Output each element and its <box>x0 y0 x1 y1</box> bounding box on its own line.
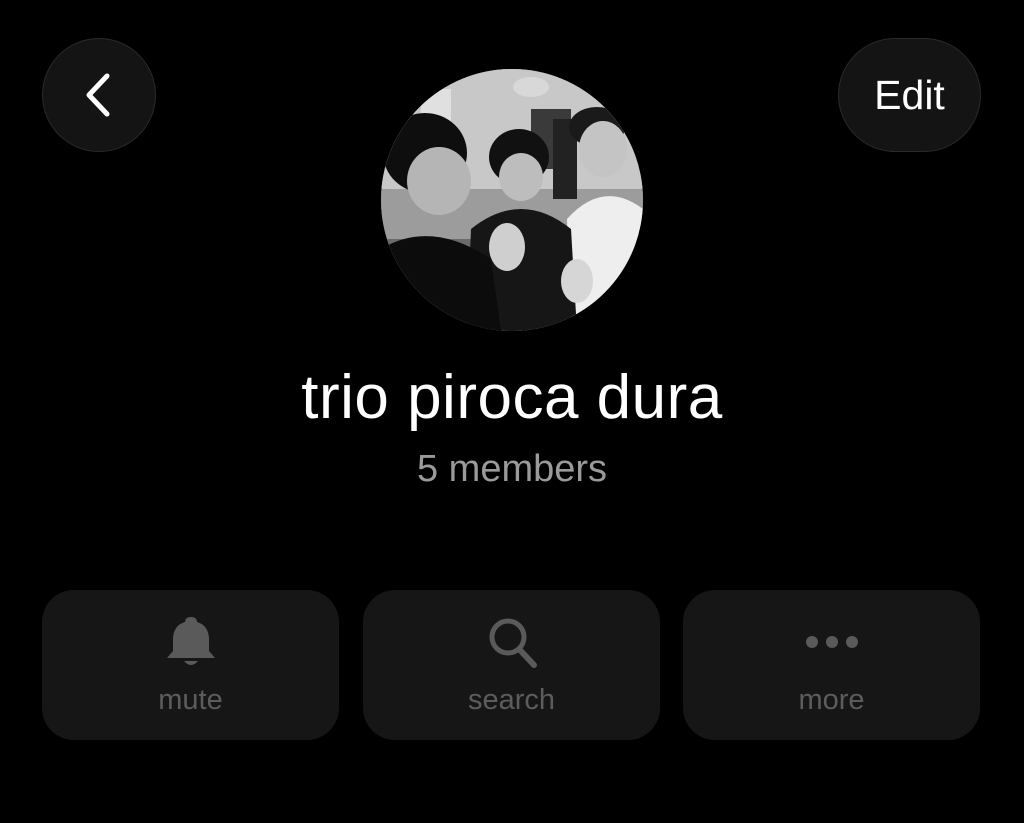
group-title: trio piroca dura <box>301 363 723 432</box>
edit-button[interactable]: Edit <box>838 38 981 152</box>
back-button[interactable] <box>42 38 156 152</box>
mute-label: mute <box>158 684 223 716</box>
mute-button[interactable]: mute <box>42 590 339 740</box>
search-button[interactable]: search <box>363 590 660 740</box>
member-count[interactable]: 5 members <box>0 448 1024 491</box>
chevron-left-icon <box>86 73 110 117</box>
more-label: more <box>798 684 865 716</box>
more-dots-icon <box>805 636 858 648</box>
group-photo <box>381 69 643 331</box>
more-button[interactable]: more <box>683 590 980 740</box>
bell-icon <box>166 617 215 665</box>
search-label: search <box>467 684 556 716</box>
group-avatar[interactable] <box>381 69 643 331</box>
search-icon <box>489 618 537 668</box>
